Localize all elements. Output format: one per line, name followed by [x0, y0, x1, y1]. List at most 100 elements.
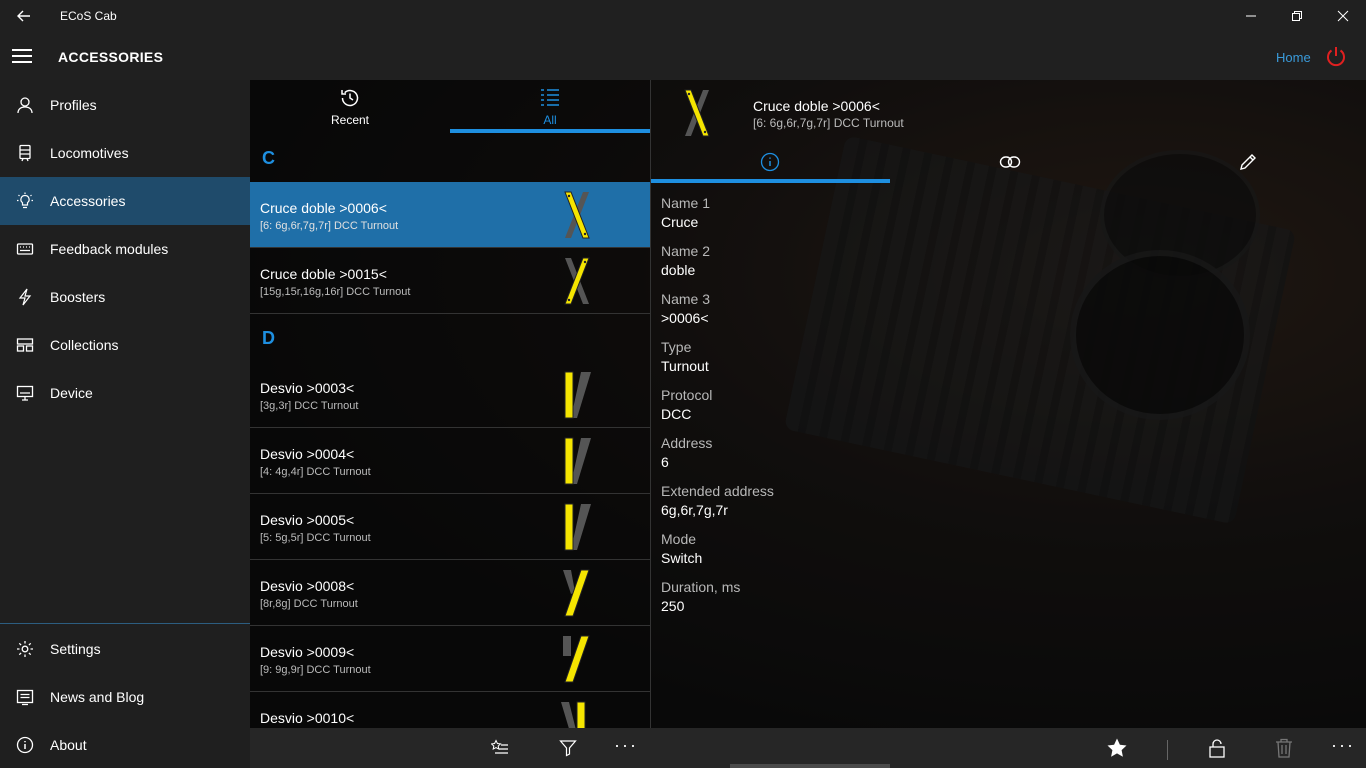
sidebar-item-news-and-blog[interactable]: News and Blog: [0, 673, 250, 721]
field-duration: Duration, ms 250: [661, 579, 740, 614]
sidebar-item-label: Boosters: [50, 289, 106, 305]
sidebar-item-accessories[interactable]: Accessories: [0, 177, 250, 225]
window-title: ECoS Cab: [60, 9, 117, 23]
news-icon: [16, 689, 34, 706]
sidebar-item-profiles[interactable]: Profiles: [0, 81, 250, 129]
item-name: Desvio >0005<: [260, 512, 355, 528]
history-icon: [341, 89, 359, 107]
crossing-icon: [564, 191, 590, 239]
item-description: [5: 5g,5r] DCC Turnout: [260, 532, 371, 544]
list-item[interactable]: Desvio >0010<: [250, 692, 650, 728]
favorite-button[interactable]: [1097, 728, 1137, 768]
close-button[interactable]: [1320, 0, 1366, 32]
field-label: Name 1: [661, 195, 711, 211]
list-item[interactable]: Cruce doble >0006< [6: 6g,6r,7g,7r] DCC …: [250, 182, 650, 248]
turnout-icon: [564, 371, 591, 419]
list-item[interactable]: Desvio >0005< [5: 5g,5r] DCC Turnout: [250, 494, 650, 560]
sidebar-item-device[interactable]: Device: [0, 369, 250, 417]
item-description: [4: 4g,4r] DCC Turnout: [260, 466, 371, 478]
tab-info[interactable]: [651, 144, 889, 180]
star-icon: [1107, 738, 1127, 757]
crossing-icon: [684, 89, 710, 137]
item-name: Cruce doble >0006<: [260, 200, 387, 216]
person-icon: [17, 97, 33, 114]
detail-tabs: [651, 144, 1366, 184]
field-name-1: Name 1 Cruce: [661, 195, 710, 230]
tab-all[interactable]: All: [450, 80, 650, 134]
field-address: Address 6: [661, 435, 712, 470]
locomotive-icon: [19, 144, 31, 162]
field-value: 6g,6r,7g,7r: [661, 502, 728, 518]
item-name: Cruce doble >0015<: [260, 266, 387, 282]
item-description: [9: 9g,9r] DCC Turnout: [260, 664, 371, 676]
back-button[interactable]: [10, 4, 38, 28]
restore-button[interactable]: [1274, 0, 1320, 32]
delete-button[interactable]: [1264, 728, 1304, 768]
filter-icon: [559, 740, 577, 757]
list-item[interactable]: Desvio >0008< [8r,8g] DCC Turnout: [250, 560, 650, 626]
item-description: [15g,15r,16g,16r] DCC Turnout: [260, 286, 411, 298]
hamburger-menu-button[interactable]: [12, 46, 36, 66]
list-item[interactable]: Cruce doble >0015< [15g,15r,16g,16r] DCC…: [250, 248, 650, 314]
tab-edit[interactable]: [1129, 144, 1366, 180]
sidebar-item-collections[interactable]: Collections: [0, 321, 250, 369]
group-header-c[interactable]: C: [262, 148, 275, 169]
sidebar-item-feedback-modules[interactable]: Feedback modules: [0, 225, 250, 273]
turnout-icon: [564, 503, 591, 551]
group-header-d[interactable]: D: [262, 328, 275, 349]
list-icon: [541, 89, 559, 106]
more-button-left[interactable]: ···: [606, 728, 646, 768]
item-description: [3g,3r] DCC Turnout: [260, 400, 359, 412]
home-link[interactable]: Home: [1276, 50, 1311, 65]
field-type: Type Turnout: [661, 339, 709, 374]
sidebar-item-label: Settings: [50, 641, 101, 657]
sidebar-item-settings[interactable]: Settings: [0, 625, 250, 673]
turnout-icon: [561, 701, 586, 728]
power-button[interactable]: [1324, 44, 1348, 68]
tab-recent[interactable]: Recent: [250, 80, 450, 134]
detail-title: Cruce doble >0006<: [753, 98, 880, 114]
more-button-right[interactable]: ···: [1323, 728, 1363, 768]
field-label: Protocol: [661, 387, 713, 403]
tab-links[interactable]: [891, 144, 1129, 180]
item-name: Desvio >0010<: [260, 710, 355, 726]
horizontal-scrollbar[interactable]: [730, 764, 890, 768]
title-bar: ECoS Cab: [0, 0, 1366, 44]
sidebar-item-boosters[interactable]: Boosters: [0, 273, 250, 321]
unlock-button[interactable]: [1197, 728, 1237, 768]
item-name: Desvio >0009<: [260, 644, 355, 660]
sidebar-item-label: Profiles: [50, 97, 97, 113]
filter-button[interactable]: [548, 728, 588, 768]
lightning-icon: [18, 288, 32, 306]
favorites-list-button[interactable]: [480, 728, 520, 768]
delete-icon: [1276, 738, 1292, 758]
keyboard-icon: [16, 243, 34, 255]
sidebar-item-locomotives[interactable]: Locomotives: [0, 129, 250, 177]
field-label: Type: [661, 339, 692, 355]
sidebar: Profiles Locomotives Accessories Feedbac…: [0, 80, 250, 768]
sidebar-item-label: Locomotives: [50, 145, 129, 161]
sidebar-item-label: Device: [50, 385, 93, 401]
accessory-list-panel: Recent All C Cruce doble >0006< [6: 6g,6…: [250, 80, 650, 728]
item-name: Desvio >0008<: [260, 578, 355, 594]
field-value: Switch: [661, 550, 703, 566]
field-label: Address: [661, 435, 713, 451]
list-item[interactable]: Desvio >0004< [4: 4g,4r] DCC Turnout: [250, 428, 650, 494]
pencil-icon: [1240, 154, 1256, 170]
list-item[interactable]: Desvio >0009< [9: 9g,9r] DCC Turnout: [250, 626, 650, 692]
info-icon: [16, 736, 34, 754]
field-name-3: Name 3 >0006<: [661, 291, 710, 326]
unlock-icon: [1209, 739, 1225, 758]
field-value: Cruce: [661, 214, 699, 230]
lightbulb-icon: [17, 192, 33, 209]
favorites-list-icon: [491, 739, 508, 754]
close-icon: [1337, 10, 1349, 22]
tab-underline: [651, 179, 890, 183]
list-item[interactable]: Desvio >0003< [3g,3r] DCC Turnout: [250, 362, 650, 428]
sidebar-item-about[interactable]: About: [0, 721, 250, 768]
field-label: Mode: [661, 531, 697, 547]
collection-icon: [16, 338, 34, 352]
pivot: Recent All: [250, 80, 650, 136]
detail-panel: Cruce doble >0006< [6: 6g,6r,7g,7r] DCC …: [650, 80, 1366, 728]
minimize-button[interactable]: [1228, 0, 1274, 32]
